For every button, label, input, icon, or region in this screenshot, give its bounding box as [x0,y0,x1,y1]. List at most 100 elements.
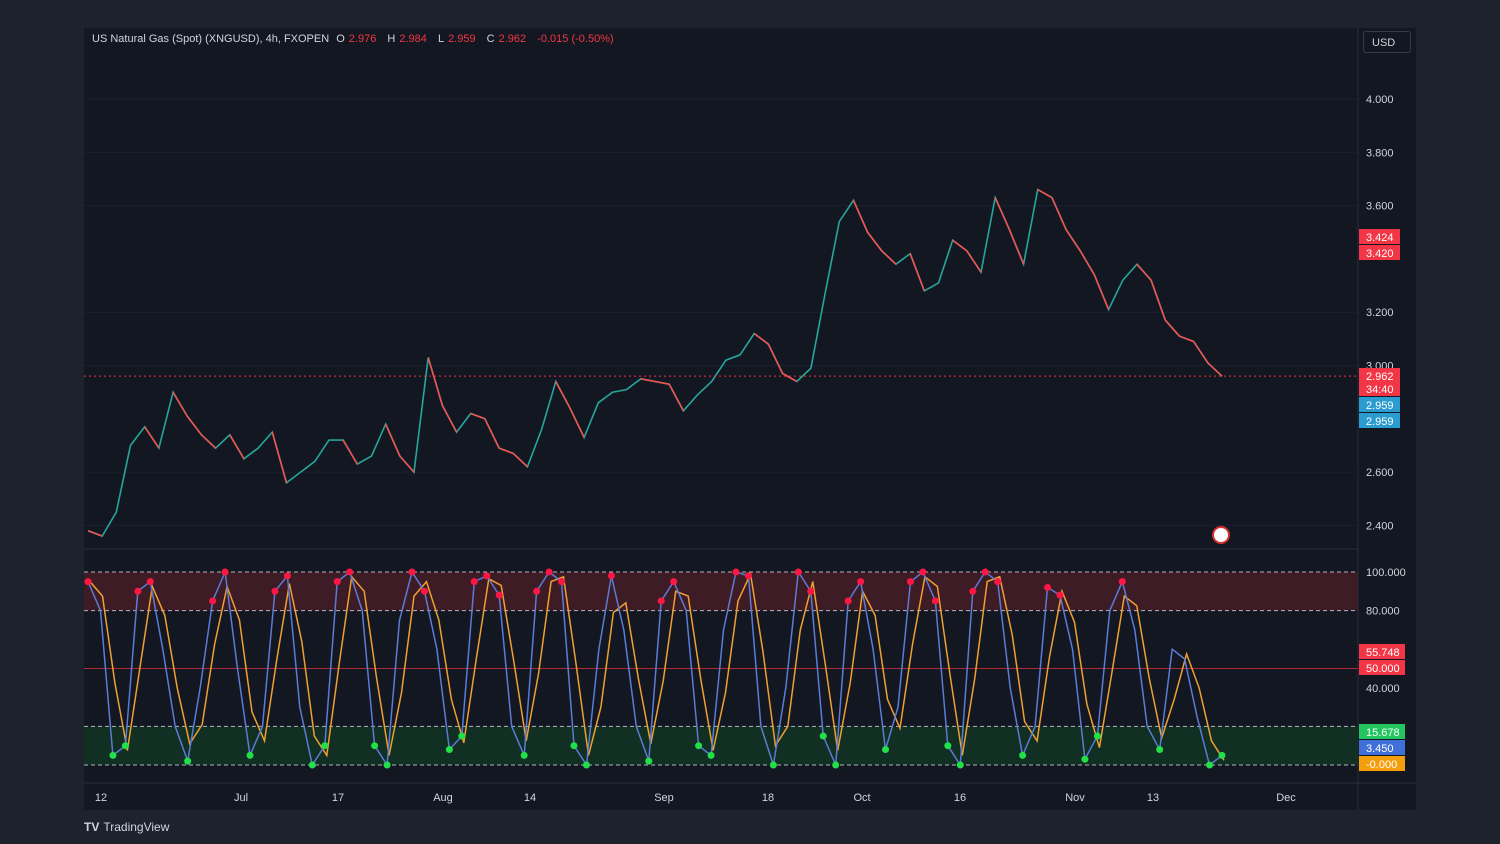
oversold-dot [1206,761,1214,769]
tradingview-logo[interactable]: TV TradingView [84,820,169,834]
overbought-dot [607,572,615,580]
stoch-value-label: 50.000 [1366,663,1400,675]
overbought-dot [333,578,341,586]
overbought-dot [844,597,852,605]
time-tick-label: 13 [1147,792,1159,804]
overbought-dot [1056,591,1064,599]
oversold-dot [1019,751,1027,759]
overbought-dot [969,587,977,595]
time-tick-label: 12 [95,792,107,804]
price-down-segment [470,412,486,420]
overbought-dot [994,578,1002,586]
time-tick-label: Oct [853,792,870,804]
price-down-segment [555,381,571,409]
price-tick-label: 2.400 [1366,520,1394,532]
oversold-dot [707,751,715,759]
time-tick-label: 18 [762,792,774,804]
overbought-dot [906,578,914,586]
overbought-dot [283,572,291,580]
high-label: H [387,33,396,45]
price-down-segment [200,434,217,449]
stoch-value-label: 55.748 [1366,647,1400,659]
oversold-dot [1156,746,1164,754]
stoch-value-label: -0.000 [1366,759,1397,771]
overbought-dot [931,597,939,605]
price-label: 2.959 [1366,400,1394,412]
price-tick-label: 3.800 [1366,147,1394,159]
price-down-segment [1150,279,1167,321]
price-down-segment [441,405,458,433]
open-label: O [336,33,345,45]
oversold-dot [1081,755,1089,763]
price-down-segment [952,239,968,252]
overbought-dot [657,597,665,605]
price-down-segment [271,431,288,483]
price-down-segment [427,357,444,406]
oversold-dot [184,757,192,765]
oversold-dot [832,761,840,769]
price-down-segment [881,250,897,265]
overbought-dot [744,572,752,580]
overbought-dot [84,578,92,586]
price-down-segment [909,253,926,292]
price-down-segment [966,250,982,273]
currency-button[interactable]: USD [1363,31,1411,53]
oversold-dot [1218,751,1226,759]
price-down-segment [399,455,415,473]
high-value: 2.984 [399,33,427,45]
stoch-tick-label: 80.000 [1366,606,1400,618]
overbought-dot [134,587,142,595]
overbought-dot [558,578,566,586]
price-down-segment [342,439,359,465]
price-down-segment [1008,229,1025,265]
price-down-segment [866,231,883,252]
open-value: 2.976 [348,33,377,45]
time-tick-label: 17 [332,792,344,804]
overbought-dot [533,587,541,595]
overbought-dot [919,568,927,576]
price-tick-label: 3.200 [1366,307,1394,319]
oversold-dot [882,746,890,754]
oversold-dot [383,761,391,769]
price-down-segment [654,380,670,385]
oversold-dot [520,751,528,759]
overbought-dot [545,568,553,576]
price-down-segment [640,378,656,383]
price-down-segment [782,372,798,383]
price-down-segment [144,426,160,449]
price-tick-label: 4.000 [1366,94,1394,106]
close-value: 2.962 [498,33,527,45]
price-label: 2.959 [1366,416,1394,428]
overbought-dot [408,568,416,576]
tradingview-brand: TradingView [103,820,170,834]
time-tick-label: Jul [234,792,248,804]
oversold-dot [246,751,254,759]
price-down-segment [87,529,103,537]
price-down-segment [229,434,245,460]
price-down-segment [1051,197,1067,230]
oversold-dot [769,761,777,769]
oversold-dot [570,742,578,750]
price-line [87,188,1223,538]
time-tick-label: Aug [433,792,453,804]
stoch-value-label: 3.450 [1366,743,1394,755]
price-down-segment [994,197,1011,230]
oversold-dot [109,751,117,759]
overbought-dot [271,587,279,595]
time-tick-label: Dec [1276,792,1296,804]
overbought-dot [807,587,815,595]
oversold-dot [695,742,703,750]
overbought-dot [221,568,229,576]
us-flag-icon [1212,526,1230,544]
chart-canvas[interactable]: 4.0003.8003.6003.2003.0002.6002.4003.424… [0,0,1500,844]
overbought-dot [794,568,802,576]
price-down-segment [1207,362,1223,377]
low-value: 2.959 [448,33,476,45]
oversold-dot [371,742,379,750]
oversold-dot [819,732,827,740]
stoch-tick-label: 40.000 [1366,683,1400,695]
oversold-dot [445,746,453,754]
overbought-dot [146,578,154,586]
price-down-segment [767,343,784,374]
price-tick-label: 3.600 [1366,201,1394,213]
